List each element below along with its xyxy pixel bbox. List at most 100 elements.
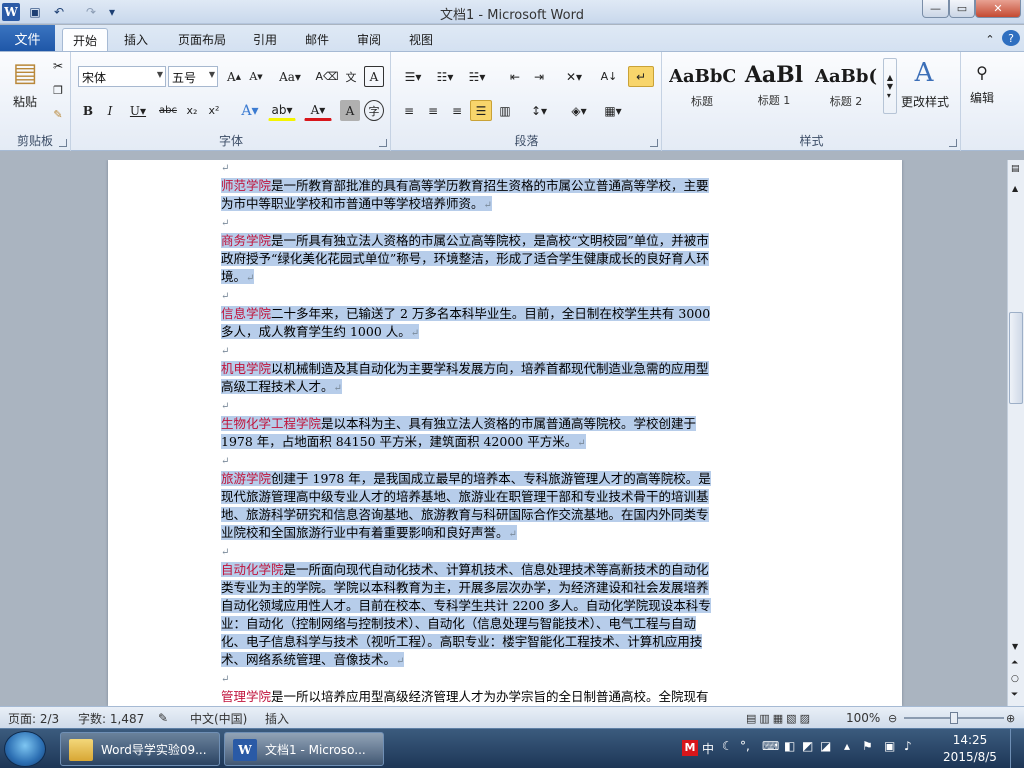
copy-icon[interactable]: ❐: [50, 82, 66, 98]
document-page[interactable]: ↵ 师范学院是一所教育部批准的具有高等学历教育招生资格的市属公立普通高等学校，主要…: [108, 160, 902, 706]
sort-icon[interactable]: A↓: [598, 66, 620, 87]
zoom-in-icon[interactable]: ⊕: [1006, 710, 1015, 726]
taskbar-item-word[interactable]: W 文档1 - Microso...: [224, 732, 384, 766]
start-button[interactable]: [4, 731, 46, 767]
paste-icon[interactable]: ▤: [8, 56, 42, 90]
subscript-icon[interactable]: x₂: [182, 100, 202, 121]
numbering-icon[interactable]: ☷▾: [430, 66, 460, 87]
enclose-characters-icon[interactable]: 字: [364, 100, 384, 121]
document-paragraph[interactable]: 自动化学院是一所面向现代自动化技术、计算机技术、信息处理技术等高新技术的自动化类…: [221, 561, 714, 671]
increase-indent-icon[interactable]: ⇥: [528, 66, 550, 87]
clear-formatting-icon[interactable]: A⌫: [315, 66, 338, 87]
taskbar-item-explorer[interactable]: Word导学实验09...: [60, 732, 220, 766]
editing-button[interactable]: 编辑: [962, 88, 1002, 106]
tray-tool-icon[interactable]: ◧: [784, 739, 795, 753]
show-desktop-button[interactable]: [1010, 729, 1024, 768]
next-page-icon[interactable]: ⏷: [1011, 690, 1018, 700]
document-paragraph[interactable]: 管理学院是一所以培养应用型高级经济管理人才为办学宗旨的全日制普通高校。全院现有专…: [221, 688, 714, 706]
maximize-button[interactable]: ▭: [949, 0, 975, 18]
change-case-icon[interactable]: Aa▾: [276, 66, 304, 87]
change-styles-button[interactable]: 更改样式: [899, 92, 951, 110]
clock-time[interactable]: 14:25: [938, 733, 1002, 747]
cut-icon[interactable]: ✂: [50, 58, 66, 74]
volume-icon[interactable]: ♪: [904, 739, 912, 753]
ruler-toggle-icon[interactable]: ▤: [1011, 164, 1020, 174]
document-paragraph[interactable]: 机电学院以机械制造及其自动化为主要学科发展方向，培养首都现代制造业急需的应用型高…: [221, 360, 714, 398]
ime-mode[interactable]: 中: [702, 740, 714, 757]
network-icon[interactable]: ▣: [884, 739, 895, 753]
styles-dialog-launcher[interactable]: [949, 139, 957, 147]
moon-icon[interactable]: ☾: [722, 739, 733, 753]
font-color-icon[interactable]: A▾: [304, 100, 332, 121]
proofing-icon[interactable]: ✎: [158, 710, 168, 726]
align-right-icon[interactable]: ≡: [446, 100, 468, 121]
zoom-slider-thumb[interactable]: [950, 712, 958, 724]
tab-file[interactable]: 文件: [0, 25, 55, 51]
bullets-icon[interactable]: ☰▾: [398, 66, 428, 87]
grow-font-icon[interactable]: A ▲: [224, 66, 244, 87]
clock-date[interactable]: 2015/8/5: [938, 750, 1002, 764]
tab-insert[interactable]: 插入: [114, 28, 158, 51]
ime-logo-icon[interactable]: M: [682, 740, 698, 756]
show-formatting-marks-icon[interactable]: ↵: [628, 66, 654, 87]
language-indicator[interactable]: 中文(中国): [190, 710, 247, 726]
bold-icon[interactable]: B: [78, 100, 98, 121]
shrink-font-icon[interactable]: A ▼: [246, 66, 266, 87]
minimize-button[interactable]: —: [922, 0, 949, 18]
tab-view[interactable]: 视图: [400, 28, 442, 51]
superscript-icon[interactable]: x²: [204, 100, 224, 121]
tray-tool-icon[interactable]: ◪: [820, 739, 831, 753]
document-paragraph[interactable]: 师范学院是一所教育部批准的具有高等学历教育招生资格的市属公立普通高等学校，主要为…: [221, 177, 714, 215]
italic-icon[interactable]: I: [100, 100, 120, 121]
browse-object-icon[interactable]: ○: [1011, 674, 1019, 684]
document-content[interactable]: ↵ 师范学院是一所教育部批准的具有高等学历教育招生资格的市属公立普通高等学校，主要…: [221, 160, 714, 706]
insert-mode[interactable]: 插入: [265, 710, 289, 726]
tab-references[interactable]: 引用: [244, 28, 286, 51]
document-paragraph[interactable]: 旅游学院创建于 1978 年，是我国成立最早的培养本、专科旅游管理人才的高等院校…: [221, 470, 714, 544]
font-dialog-launcher[interactable]: [379, 139, 387, 147]
close-button[interactable]: ✕: [975, 0, 1021, 18]
collapse-ribbon-icon[interactable]: ⌃: [982, 28, 998, 51]
help-icon[interactable]: ?: [1002, 30, 1020, 46]
phonetic-guide-icon[interactable]: 文: [340, 66, 362, 87]
document-paragraph[interactable]: 生物化学工程学院是以本科为主、具有独立法人资格的市属普通高等院校。学校创建于 1…: [221, 415, 714, 453]
underline-icon[interactable]: U▾: [124, 100, 152, 121]
previous-page-icon[interactable]: ⏶: [1011, 658, 1018, 668]
paragraph-dialog-launcher[interactable]: [650, 139, 658, 147]
font-size-combo[interactable]: 五号 ▼: [168, 66, 218, 87]
justify-icon[interactable]: ☰: [470, 100, 492, 121]
decrease-indent-icon[interactable]: ⇤: [504, 66, 526, 87]
character-shading-icon[interactable]: A: [340, 100, 360, 121]
paste-button[interactable]: 粘贴: [6, 92, 44, 110]
line-spacing-icon[interactable]: ↕▾: [524, 100, 554, 121]
punctuation-icon[interactable]: °,: [740, 739, 750, 753]
flag-icon[interactable]: ⚑: [862, 739, 873, 753]
tab-review[interactable]: 审阅: [348, 28, 390, 51]
tab-home[interactable]: 开始: [62, 28, 108, 51]
tab-page-layout[interactable]: 页面布局: [168, 28, 236, 51]
borders-icon[interactable]: ▦▾: [598, 100, 628, 121]
style-heading-1[interactable]: AaBl 标题 1: [739, 58, 809, 114]
multilevel-list-icon[interactable]: ☵▾: [462, 66, 492, 87]
zoom-level[interactable]: 100%: [846, 710, 880, 726]
word-count[interactable]: 字数: 1,487: [78, 710, 144, 726]
distributed-icon[interactable]: ▥: [494, 100, 516, 121]
scroll-up-icon[interactable]: ▲: [1012, 184, 1018, 193]
highlight-icon[interactable]: ab▾: [268, 100, 296, 121]
clipboard-dialog-launcher[interactable]: [59, 139, 67, 147]
binoculars-icon[interactable]: ⚲: [970, 60, 994, 84]
keyboard-icon[interactable]: ⌨: [762, 739, 779, 753]
document-area[interactable]: ↵ 师范学院是一所教育部批准的具有高等学历教育招生资格的市属公立普通高等学校，主要…: [0, 160, 1007, 706]
strikethrough-icon[interactable]: abc: [156, 100, 180, 121]
tab-mailings[interactable]: 邮件: [296, 28, 338, 51]
change-styles-icon[interactable]: A: [907, 58, 941, 88]
document-paragraph[interactable]: 商务学院是一所具有独立法人资格的市属公立高等院校，是高校“文明校园”单位，并被市…: [221, 232, 714, 288]
tray-tool-icon[interactable]: ◩: [802, 739, 813, 753]
text-effects-icon[interactable]: A▾: [236, 100, 264, 121]
vertical-scrollbar[interactable]: ▤ ▲ ▼ ⏶ ○ ⏷: [1007, 160, 1024, 706]
styles-scroll-icon[interactable]: ▲ ▼ ▾: [883, 58, 897, 114]
scroll-down-icon[interactable]: ▼: [1012, 642, 1018, 651]
align-center-icon[interactable]: ≡: [422, 100, 444, 121]
font-name-combo[interactable]: 宋体 ▼: [78, 66, 166, 87]
show-hidden-icons-icon[interactable]: ▴: [844, 739, 850, 753]
